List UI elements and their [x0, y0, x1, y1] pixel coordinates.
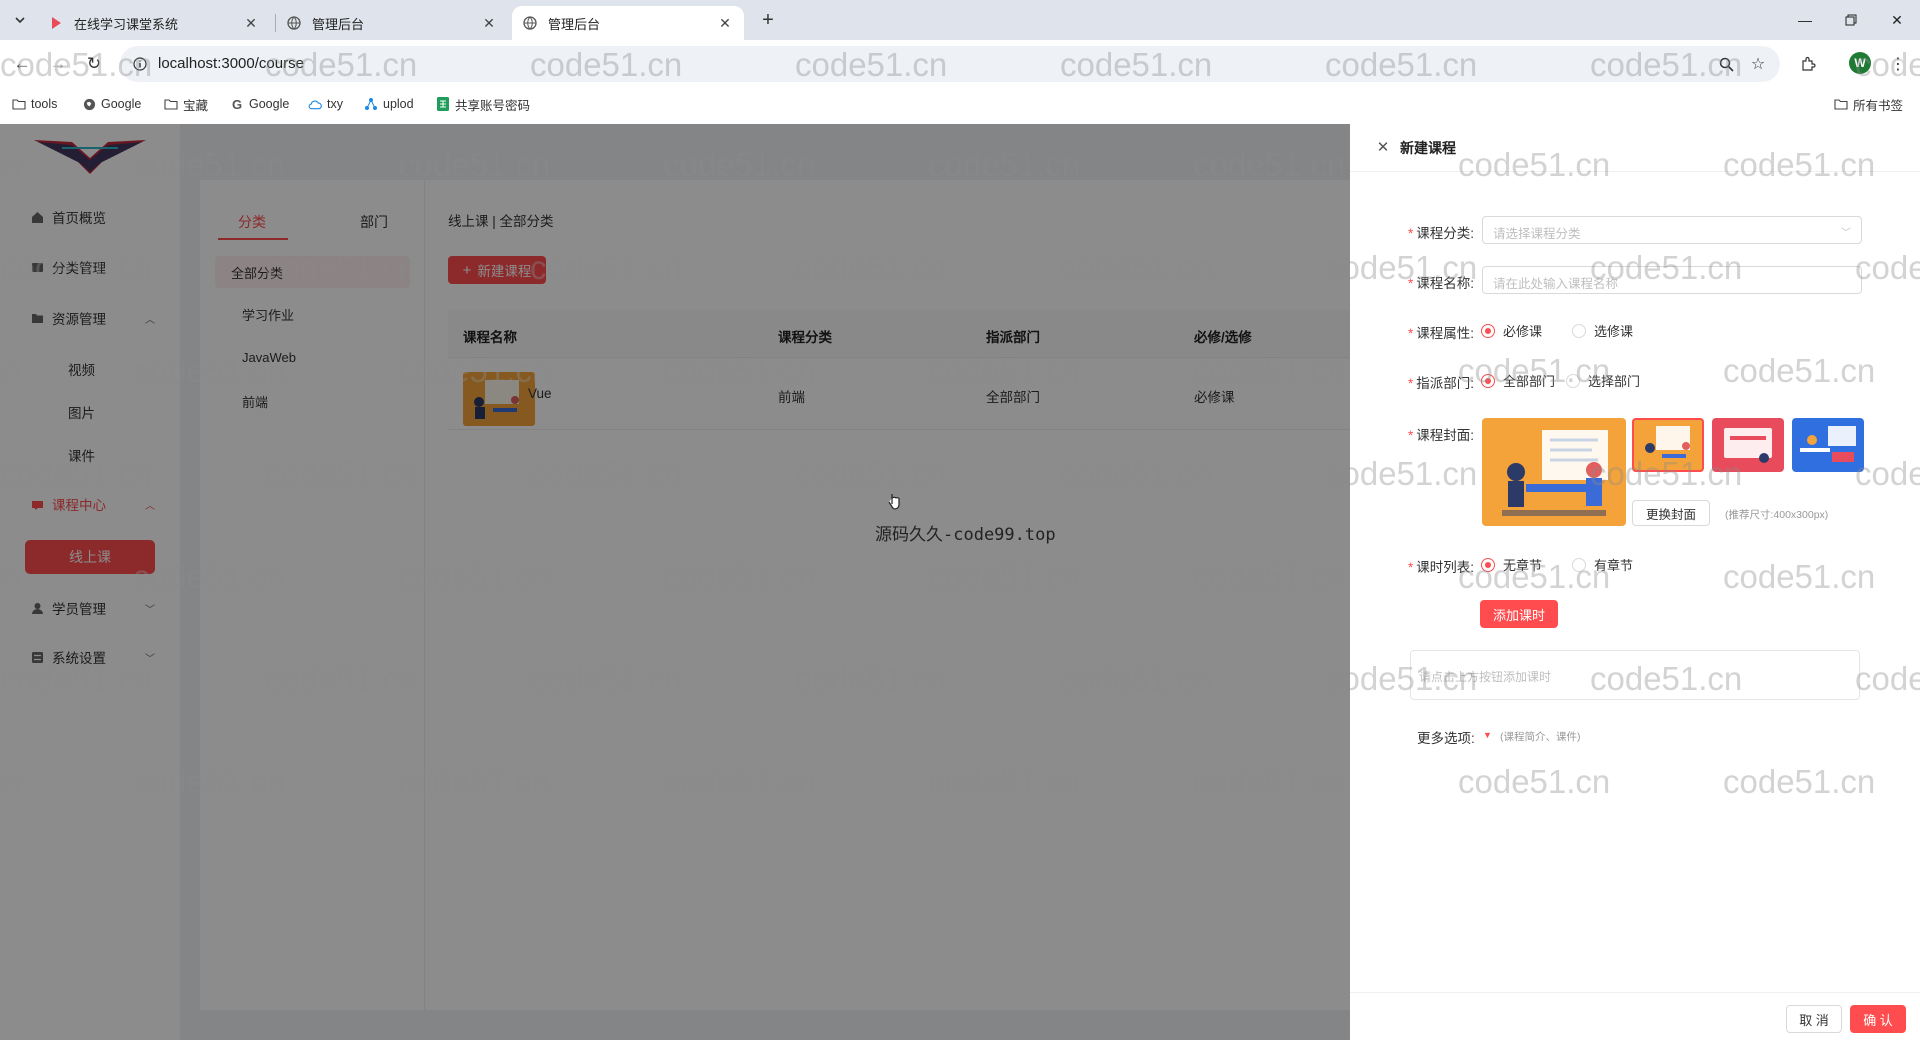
browser-tab-1[interactable]: 在线学习课堂系统 ✕ — [38, 6, 270, 40]
bookmark-label: 宝藏 — [183, 98, 209, 113]
bookmark-txy[interactable]: txy — [308, 93, 343, 115]
minimize-icon[interactable]: — — [1782, 0, 1828, 40]
form-label-category: * 课程分类: — [1408, 226, 1475, 241]
radio-select-department[interactable]: 选择部门 — [1566, 371, 1640, 390]
cloud-icon — [308, 97, 322, 111]
new-course-drawer: ✕ 新建课程 * 课程分类: 请选择课程分类 ﹀ * 课程名称: 请在此处输入课程名… — [1350, 124, 1920, 1040]
drawer-header: ✕ 新建课程 — [1350, 124, 1920, 172]
spreadsheet-icon — [436, 97, 450, 111]
form-label-department: * 指派部门: — [1408, 376, 1475, 391]
bookmark-shared-accounts[interactable]: 共享账号密码 — [436, 93, 530, 115]
tab-title: 管理后台 — [312, 16, 365, 32]
mouse-cursor-icon — [888, 492, 902, 510]
cover-preview — [1482, 418, 1626, 526]
browser-toolbar: ← → ↻ localhost:3000/course ☆ W ⋮ tools … — [0, 40, 1920, 124]
course-name-input[interactable]: 请在此处输入课程名称 — [1482, 266, 1862, 294]
more-menu-icon[interactable]: ⋮ — [1884, 50, 1912, 78]
bookmark-baozang[interactable]: 宝藏 — [164, 93, 208, 115]
form-label-more-options: 更多选项: — [1417, 731, 1475, 746]
bookmark-google-2[interactable]: G Google — [230, 93, 289, 115]
reload-icon[interactable]: ↻ — [80, 50, 108, 78]
radio-no-chapters[interactable]: 无章节 — [1481, 555, 1542, 574]
drawer-footer: 取 消 确 认 — [1350, 992, 1920, 1040]
chevron-down-icon: ﹀ — [1841, 228, 1851, 239]
bookmark-label: tools — [31, 97, 58, 111]
course-category-select[interactable]: 请选择课程分类 ﹀ — [1482, 216, 1862, 244]
back-arrow-icon[interactable]: ← — [8, 50, 36, 78]
network-icon — [364, 97, 378, 111]
restore-icon[interactable] — [1828, 0, 1874, 40]
close-icon[interactable]: ✕ — [1374, 138, 1392, 156]
folder-icon — [12, 97, 26, 111]
bookmark-uplod[interactable]: uplod — [364, 93, 414, 115]
drawer-title: 新建课程 — [1400, 140, 1456, 156]
all-bookmarks[interactable]: 所有书签 — [1834, 93, 1903, 115]
radio-elective-course[interactable]: 选修课 — [1572, 321, 1633, 340]
bookmark-label: 共享账号密码 — [455, 98, 531, 113]
close-icon[interactable]: ✕ — [242, 14, 260, 32]
center-watermark: 源码久久-code99.top — [875, 525, 1056, 545]
bookmark-star-icon[interactable]: ☆ — [1746, 52, 1770, 76]
site-info-icon[interactable] — [130, 54, 150, 74]
url-text: localhost:3000/course — [158, 55, 304, 72]
bookmark-google-1[interactable]: Google — [82, 93, 141, 115]
input-placeholder: 请在此处输入课程名称 — [1493, 277, 1619, 291]
globe-icon — [286, 15, 302, 31]
cancel-button[interactable]: 取 消 — [1786, 1005, 1842, 1033]
form-label-lessons: * 课时列表: — [1408, 560, 1475, 575]
form-label-name: * 课程名称: — [1408, 276, 1475, 291]
profile-avatar[interactable]: W — [1849, 52, 1871, 74]
radio-required-course[interactable]: 必修课 — [1481, 321, 1542, 340]
forward-arrow-icon[interactable]: → — [44, 50, 72, 78]
google-g-icon: G — [231, 96, 243, 112]
bookmark-tools[interactable]: tools — [12, 93, 57, 115]
browser-tabstrip: 在线学习课堂系统 ✕ 管理后台 ✕ 管理后台 ✕ + — ✕ — [0, 0, 1920, 40]
tab-title: 在线学习课堂系统 — [74, 16, 179, 32]
caret-down-icon[interactable]: ▼ — [1483, 730, 1492, 740]
form-label-cover: * 课程封面: — [1408, 428, 1475, 443]
tab-search-chevron-icon[interactable] — [8, 8, 32, 32]
globe-icon — [82, 97, 96, 111]
add-lesson-button[interactable]: 添加课时 — [1480, 600, 1558, 628]
bookmark-label: txy — [327, 97, 343, 111]
extensions-icon[interactable] — [1794, 50, 1822, 78]
bookmark-label: 所有书签 — [1853, 98, 1904, 113]
bookmark-label: Google — [101, 97, 142, 111]
close-icon[interactable]: ✕ — [716, 14, 734, 32]
cover-size-hint: (推荐尺寸:400x300px) — [1725, 509, 1829, 521]
new-tab-plus-icon[interactable]: + — [756, 8, 780, 32]
browser-tab-2[interactable]: 管理后台 ✕ — [276, 6, 508, 40]
change-cover-button[interactable]: 更换封面 — [1632, 500, 1710, 526]
radio-with-chapters[interactable]: 有章节 — [1572, 555, 1633, 574]
zoom-icon[interactable] — [1714, 52, 1738, 76]
radio-all-departments[interactable]: 全部部门 — [1481, 371, 1555, 390]
confirm-button[interactable]: 确 认 — [1850, 1005, 1906, 1033]
select-placeholder: 请选择课程分类 — [1493, 227, 1581, 241]
browser-tab-3[interactable]: 管理后台 ✕ — [512, 6, 744, 40]
folder-icon — [1834, 97, 1848, 111]
bookmark-label: Google — [249, 97, 290, 111]
bookmarks-bar: tools Google 宝藏 G Google txy uplod 共享账号密… — [0, 90, 1920, 118]
cover-option-1[interactable] — [1632, 418, 1704, 472]
bookmark-label: uplod — [383, 97, 414, 111]
drawer-mask[interactable] — [0, 124, 1350, 1040]
more-options-hint: (课程简介、课件) — [1500, 731, 1581, 743]
cover-option-2[interactable] — [1712, 418, 1784, 472]
lesson-list-empty: 请点击上方按钮添加课时 — [1410, 650, 1860, 700]
form-label-attribute: * 课程属性: — [1408, 326, 1475, 341]
cover-option-3[interactable] — [1792, 418, 1864, 472]
lesson-placeholder: 请点击上方按钮添加课时 — [1419, 670, 1552, 684]
close-icon[interactable]: ✕ — [480, 14, 498, 32]
window-close-icon[interactable]: ✕ — [1874, 0, 1920, 40]
globe-icon — [522, 15, 538, 31]
folder-icon — [164, 97, 178, 111]
address-bar[interactable]: localhost:3000/course ☆ — [120, 46, 1780, 82]
play-logo-icon — [48, 15, 64, 31]
tab-title: 管理后台 — [548, 16, 601, 32]
